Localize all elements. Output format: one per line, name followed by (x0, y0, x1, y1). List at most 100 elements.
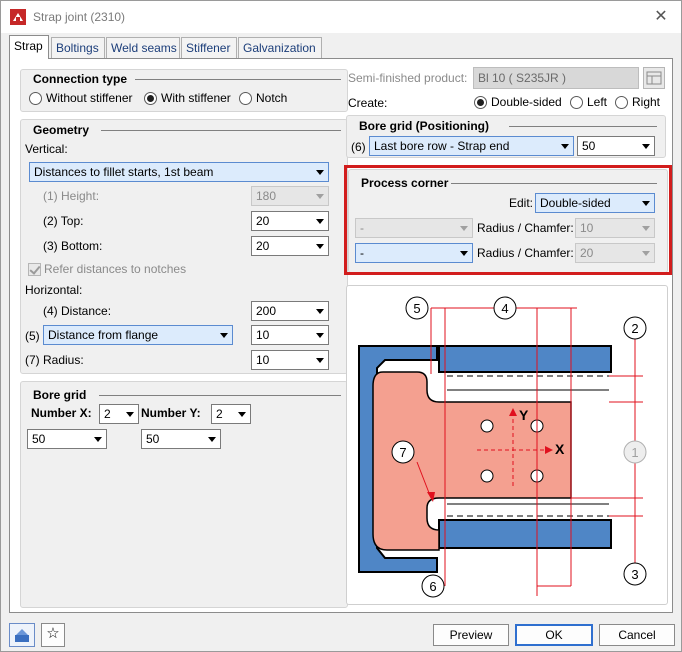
bottom-value: 20 (256, 239, 270, 253)
bore-positioning-select[interactable]: Last bore row - Strap end (369, 136, 574, 156)
marker-5: 5 (413, 301, 420, 316)
preview-button[interactable]: Preview (433, 624, 509, 646)
chevron-down-icon (642, 144, 650, 149)
radio-right[interactable] (615, 96, 628, 109)
without-stiffener-label: Without stiffener (46, 91, 133, 105)
marker-2: 2 (631, 321, 638, 336)
flange-distance-value: 10 (256, 328, 270, 342)
bottom-field[interactable]: 20 (251, 236, 329, 256)
tab-weld-seams[interactable]: Weld seams (106, 37, 180, 58)
axis-y-label: Y (519, 407, 529, 423)
bore-grid-group: Bore grid Number X: 2 Number Y: 2 50 50 (20, 381, 348, 608)
semi-finished-field: Bl 10 ( S235JR ) (473, 67, 639, 89)
marker-6: 6 (429, 579, 436, 594)
double-sided-label: Double-sided (491, 95, 562, 109)
y-spacing-value: 50 (146, 432, 160, 446)
tab-strap[interactable]: Strap (9, 35, 49, 59)
radio-double-sided[interactable] (474, 96, 487, 109)
y-spacing-field[interactable]: 50 (141, 429, 221, 449)
process-corner-highlight (344, 165, 672, 275)
strap-joint-diagram: Y X 5 4 2 1 7 3 6 (346, 285, 668, 605)
vertical-mode-value: Distances to fillet starts, 1st beam (34, 165, 214, 179)
flange-distance-field[interactable]: 10 (251, 325, 329, 345)
distance-value: 200 (256, 304, 277, 318)
chevron-down-icon (316, 333, 324, 338)
chevron-down-icon (316, 309, 324, 314)
table-icon (646, 71, 662, 85)
bore-positioning-prefix: (6) (351, 140, 366, 154)
chevron-down-icon (208, 437, 216, 442)
settings-icon[interactable] (9, 623, 35, 647)
radio-notch[interactable] (239, 92, 252, 105)
distance-field[interactable]: 200 (251, 301, 329, 321)
number-x-label: Number X: (31, 406, 92, 420)
star-icon: ☆ (46, 625, 60, 642)
geometry-title: Geometry (33, 123, 90, 137)
create-label: Create: (348, 96, 388, 110)
bore-positioning-field[interactable]: 50 (577, 136, 655, 156)
marker-1: 1 (631, 445, 638, 460)
number-x-select[interactable]: 2 (99, 404, 139, 424)
flange-distance-select[interactable]: Distance from flange (43, 325, 233, 345)
divider (99, 395, 341, 396)
height-label: (1) Height: (43, 189, 100, 203)
divider (101, 130, 341, 131)
close-icon[interactable]: ✕ (649, 5, 673, 29)
catalog-icon[interactable] (643, 67, 665, 89)
number-y-select[interactable]: 2 (211, 404, 251, 424)
tab-boltings[interactable]: Boltings (51, 37, 105, 58)
chevron-down-icon (316, 194, 324, 199)
gear-icon (15, 629, 29, 642)
bore-positioning-group: Bore grid (Positioning) (6) Last bore ro… (346, 115, 666, 158)
x-spacing-field[interactable]: 50 (27, 429, 107, 449)
right-label: Right (632, 95, 661, 109)
ok-button[interactable]: OK (515, 624, 593, 646)
distance-label: (4) Distance: (43, 304, 112, 318)
chevron-down-icon (316, 170, 324, 175)
chevron-down-icon (94, 437, 102, 442)
top-field[interactable]: 20 (251, 211, 329, 231)
marker-7: 7 (399, 445, 406, 460)
tab-stiffener[interactable]: Stiffener (181, 37, 237, 58)
chevron-down-icon (561, 144, 569, 149)
bore-positioning-select-value: Last bore row - Strap end (374, 139, 510, 153)
geometry-group: Geometry Vertical: Distances to fillet s… (20, 119, 348, 374)
five-prefix-label: (5) (25, 329, 40, 343)
radio-without-stiffener[interactable] (29, 92, 42, 105)
x-spacing-value: 50 (32, 432, 46, 446)
flange-distance-select-value: Distance from flange (48, 328, 159, 342)
refer-notches-label: Refer distances to notches (44, 262, 187, 276)
divider (135, 79, 341, 80)
cancel-button[interactable]: Cancel (599, 624, 675, 646)
radius-label: (7) Radius: (25, 353, 84, 367)
refer-notches-checkbox (28, 263, 41, 276)
chevron-down-icon (220, 333, 228, 338)
number-y-value: 2 (216, 407, 223, 421)
top-value: 20 (256, 214, 270, 228)
marker-4: 4 (501, 301, 508, 316)
strap-joint-dialog: Strap joint (2310) ✕ Strap Boltings Weld… (0, 0, 682, 652)
radius-field[interactable]: 10 (251, 350, 329, 370)
chevron-down-icon (238, 412, 246, 417)
radio-with-stiffener[interactable] (144, 92, 157, 105)
axis-x-label: X (555, 441, 565, 457)
height-field: 180 (251, 186, 329, 206)
semi-finished-value: Bl 10 ( S235JR ) (478, 71, 567, 85)
chevron-down-icon (316, 358, 324, 363)
vertical-mode-select[interactable]: Distances to fillet starts, 1st beam (29, 162, 329, 182)
number-x-value: 2 (104, 407, 111, 421)
tab-galvanization[interactable]: Galvanization (238, 37, 322, 58)
window-title: Strap joint (2310) (33, 10, 126, 24)
divider (509, 126, 657, 127)
chevron-down-icon (316, 244, 324, 249)
chevron-down-icon (126, 412, 134, 417)
with-stiffener-label: With stiffener (161, 91, 231, 105)
connection-type-group: Connection type Without stiffener With s… (20, 69, 348, 112)
radio-left[interactable] (570, 96, 583, 109)
bottom-label: (3) Bottom: (43, 239, 103, 253)
vertical-label: Vertical: (25, 142, 68, 156)
bore-positioning-value: 50 (582, 139, 596, 153)
favorite-button[interactable]: ☆ (41, 623, 65, 647)
bore-grid-title: Bore grid (33, 388, 87, 402)
height-value: 180 (256, 189, 277, 203)
